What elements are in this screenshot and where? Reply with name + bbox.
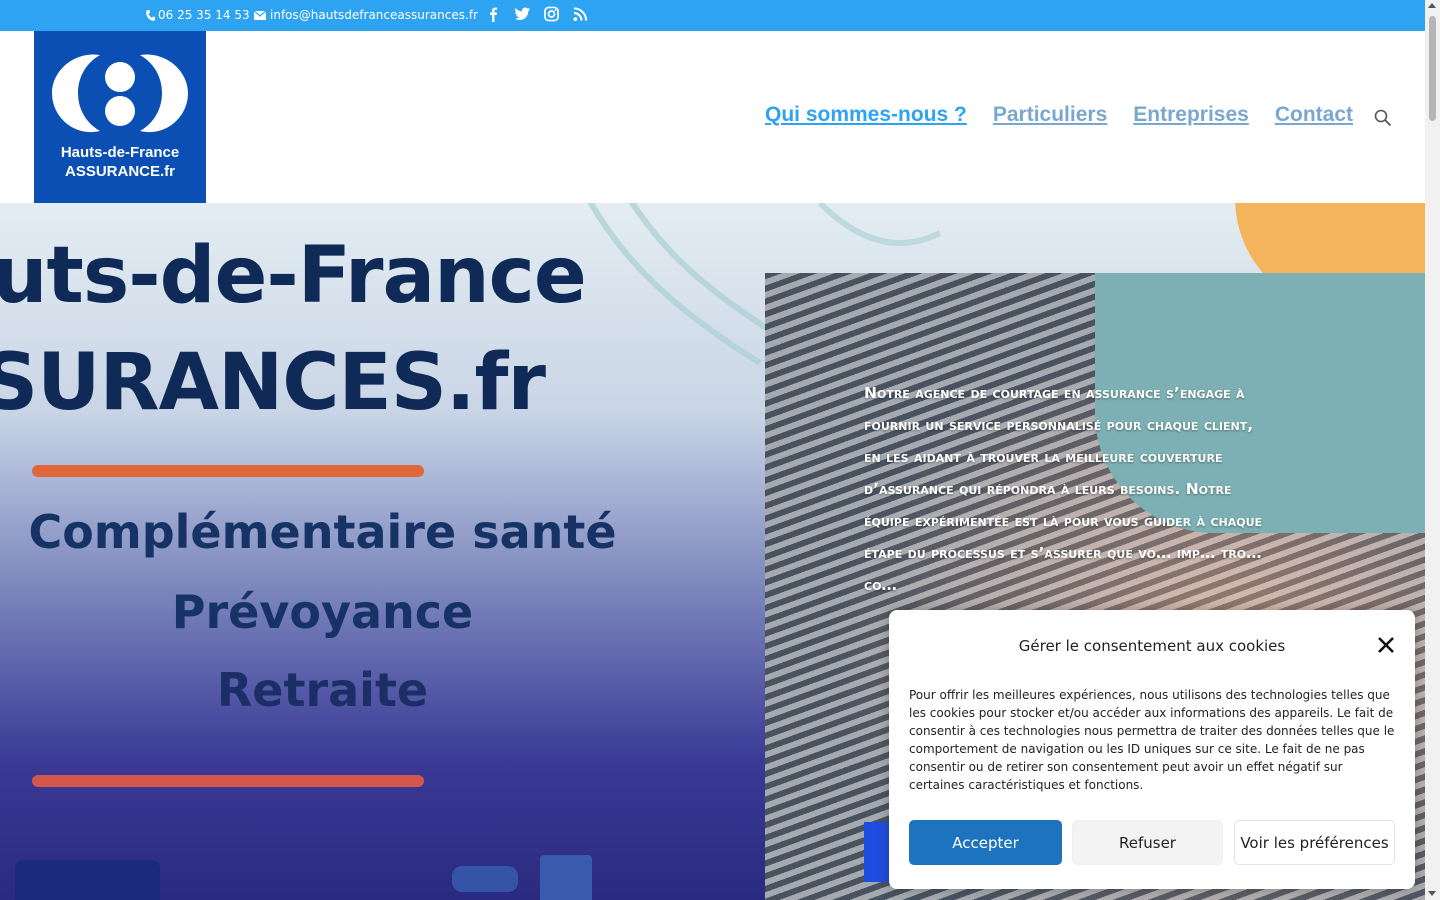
site-header: Hauts-de-France ASSURANCE.fr Qui sommes-… (0, 31, 1425, 203)
decorative-underline (32, 775, 424, 787)
scrollbar-thumb[interactable] (1429, 16, 1436, 121)
hero-product-retraite: Retraite (216, 663, 429, 717)
decorative-device (15, 860, 160, 900)
hero-paragraph: Notre agence de courtage en assurance s’… (864, 384, 1263, 594)
rss-icon[interactable] (573, 6, 588, 22)
decorative-underline (32, 465, 424, 477)
scroll-up-arrow-icon[interactable] (1428, 3, 1436, 8)
cookie-consent-dialog: Gérer le consentement aux cookies Pour o… (889, 610, 1415, 889)
envelope-icon (254, 10, 266, 20)
phone-icon (146, 9, 155, 21)
hero-brand-line2: SURANCES.fr (0, 338, 546, 428)
twitter-icon[interactable] (515, 6, 530, 22)
email-contact[interactable]: infos@hautsdefranceassurances.fr (254, 8, 478, 22)
nav-qui-sommes-nous[interactable]: Qui sommes-nous ? (765, 103, 967, 127)
nav-entreprises[interactable]: Entreprises (1133, 103, 1249, 127)
scroll-down-arrow-icon[interactable] (1428, 891, 1436, 896)
logo-text-line1: Hauts-de-France (60, 144, 180, 161)
phone-contact[interactable]: 06 25 35 14 53 (146, 8, 250, 22)
cookie-title: Gérer le consentement aux cookies (1018, 637, 1286, 655)
search-icon[interactable] (1374, 109, 1392, 127)
email-address: infos@hautsdefranceassurances.fr (270, 8, 478, 22)
phone-number: 06 25 35 14 53 (158, 8, 250, 22)
close-icon[interactable] (1377, 636, 1395, 654)
refuse-button[interactable]: Refuser (1072, 820, 1223, 865)
accept-button[interactable]: Accepter (909, 820, 1062, 865)
main-nav: Qui sommes-nous ? Particuliers Entrepris… (765, 103, 1353, 127)
cookie-body: Pour offrir les meilleures expériences, … (909, 688, 1395, 792)
logo-mark (52, 54, 188, 133)
top-bar: 06 25 35 14 53 infos@hautsdefranceassura… (0, 0, 1425, 31)
hero-product-sante: Complémentaire santé (28, 505, 617, 559)
hero-product-prevoyance: Prévoyance (171, 585, 474, 639)
decorative-card (540, 855, 592, 900)
decorative-chat-bubble (452, 866, 518, 892)
page-scrollbar[interactable] (1425, 0, 1440, 900)
social-links (486, 6, 588, 22)
logo-text-line2: ASSURANCE.fr (64, 163, 175, 180)
preferences-button[interactable]: Voir les préférences (1234, 820, 1395, 865)
facebook-icon[interactable] (486, 6, 501, 22)
nav-contact[interactable]: Contact (1275, 103, 1353, 127)
nav-particuliers[interactable]: Particuliers (993, 103, 1107, 127)
hero-brand-line1: uts-de-France (0, 231, 587, 321)
instagram-icon[interactable] (544, 6, 559, 22)
site-logo[interactable]: Hauts-de-France ASSURANCE.fr (34, 31, 206, 203)
